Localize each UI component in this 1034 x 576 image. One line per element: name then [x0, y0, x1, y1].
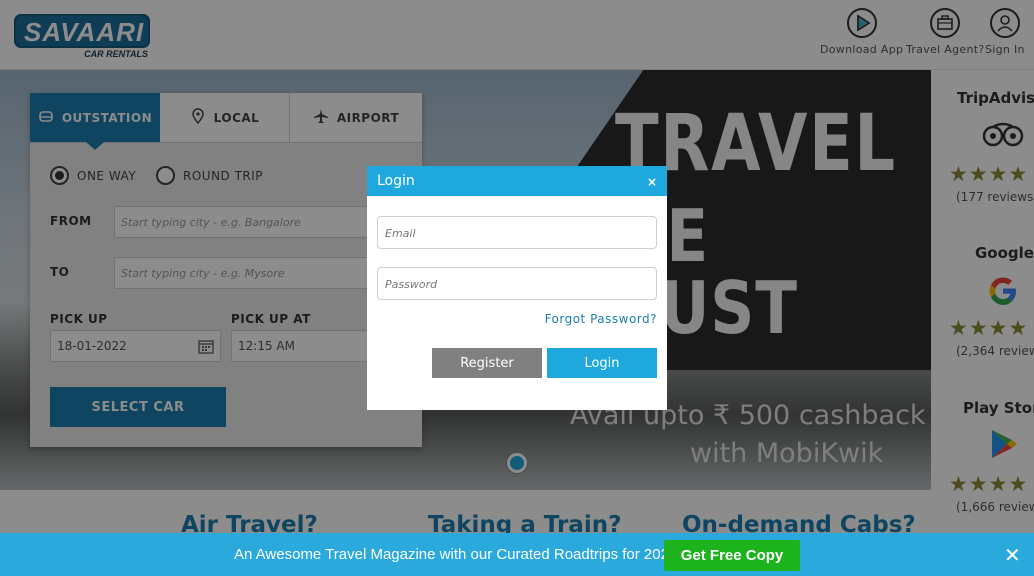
- get-free-copy-button[interactable]: Get Free Copy: [664, 540, 800, 571]
- email-field[interactable]: Email: [377, 216, 657, 249]
- password-field[interactable]: Password: [377, 267, 657, 300]
- promo-banner: An Awesome Travel Magazine with our Cura…: [0, 533, 1034, 576]
- forgot-password-link[interactable]: Forgot Password?: [545, 312, 657, 326]
- promo-banner-text: An Awesome Travel Magazine with our Cura…: [234, 546, 678, 563]
- login-modal-header: Login ×: [367, 166, 667, 196]
- login-modal: Login × Email Password Forgot Password? …: [367, 166, 667, 410]
- banner-close-icon[interactable]: ✕: [1004, 545, 1021, 565]
- close-icon[interactable]: ×: [647, 175, 657, 189]
- register-button[interactable]: Register: [432, 348, 542, 378]
- login-button[interactable]: Login: [547, 348, 657, 378]
- login-modal-title: Login: [377, 173, 415, 189]
